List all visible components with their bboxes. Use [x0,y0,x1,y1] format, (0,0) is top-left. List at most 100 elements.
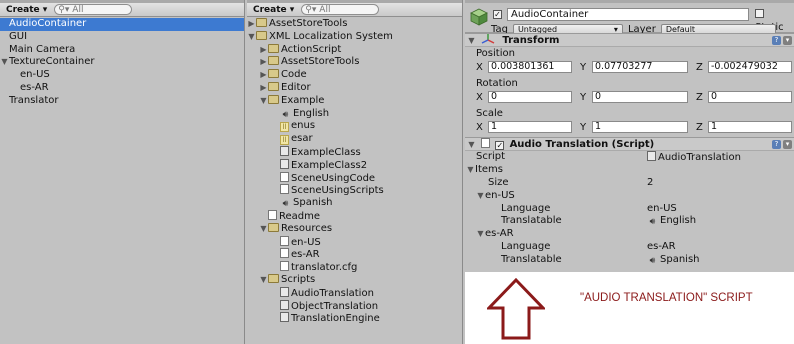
help-icon[interactable]: ? [772,36,781,45]
project-item[interactable]: ▶ AssetStoreTools [247,56,462,69]
project-item[interactable]: TranslationEngine [247,312,462,325]
project-item-label: AudioTranslation [291,287,374,299]
rotation-x-field[interactable]: 0 [488,91,572,103]
rotation-y-field[interactable]: 0 [592,91,688,103]
project-item[interactable]: 🔊︎ Spanish [247,197,462,210]
project-item[interactable]: es-AR [247,248,462,261]
object-name-field[interactable]: AudioContainer [507,8,749,21]
project-item[interactable]: ObjectTranslation [247,299,462,313]
project-item-label: Readme [279,210,321,222]
entry-en-us[interactable]: ▼en-US [465,190,794,203]
size-field[interactable]: 2 [647,177,653,190]
project-item[interactable]: ▶ ActionScript [247,43,462,57]
scale-z-field[interactable]: 1 [708,121,792,133]
position-y-field[interactable]: 0.07703277 [592,61,688,73]
audio-translation-header[interactable]: ▼ ✓ Audio Translation (Script) ? ▾ [465,137,794,151]
rotation-z-field[interactable]: 0 [708,91,792,103]
transform-header[interactable]: ▼ Transform ? ▾ [465,33,794,47]
position-z-field[interactable]: -0.002479032 [708,61,792,73]
project-item[interactable]: SceneUsingCode [247,171,462,185]
property-value: Spanish [660,254,700,266]
project-panel: Create ▾ ⚲▾ All ▶ AssetStoreTools ▼ XML Lo… [247,0,463,344]
property-value: English [660,215,697,227]
static-checkbox[interactable] [755,9,764,18]
hierarchy-item-gui[interactable]: GUI [0,31,244,44]
expand-arrow-icon[interactable]: ▼ [466,164,475,177]
script-field[interactable]: AudioTranslation [647,151,741,165]
help-icon[interactable]: ? [772,140,781,149]
hierarchy-item-label: es-AR [20,81,49,93]
settings-icon[interactable]: ▾ [783,140,792,149]
project-item-label: en-US [291,236,321,248]
hierarchy-create-button[interactable]: Create ▾ [3,4,50,16]
project-item[interactable]: 🔊︎ English [247,108,462,121]
hierarchy-item-en-us[interactable]: en-US [0,69,244,82]
project-item[interactable]: ExampleClass [247,145,462,159]
collapsed-arrow-icon[interactable]: ▶ [259,82,268,95]
translatable-field[interactable]: 🔊︎ Spanish [647,254,700,267]
hierarchy-panel: Create ▾ ⚲▾ All AudioContainer GUI Main … [0,0,245,344]
project-item[interactable]: ▼ Example [247,94,462,108]
hierarchy-item-translator[interactable]: Translator [0,95,244,108]
hierarchy-item-audiocontainer[interactable]: AudioContainer [0,18,244,31]
hierarchy-item-es-ar[interactable]: es-AR [0,82,244,95]
expand-arrow-icon[interactable]: ▼ [259,223,268,236]
settings-icon[interactable]: ▾ [783,36,792,45]
project-item[interactable]: en-US [247,235,462,249]
position-x-field[interactable]: 0.003801361 [488,61,572,73]
project-item[interactable]: ll esar [247,133,462,146]
project-create-button[interactable]: Create ▾ [250,4,297,16]
project-item-label: es-AR [291,249,320,261]
hierarchy-item-main-camera[interactable]: Main Camera [0,44,244,57]
project-item[interactable]: SceneUsingScripts [247,184,462,197]
project-item[interactable]: translator.cfg [247,261,462,274]
project-item-label: Scripts [281,273,316,285]
expand-arrow-icon[interactable]: ▼ [467,138,476,152]
expand-arrow-icon[interactable]: ▼ [247,31,256,44]
project-item[interactable]: ▶ AssetStoreTools [247,18,462,31]
project-item[interactable]: ll enus [247,120,462,133]
property-label: Items [475,163,503,175]
project-item[interactable]: Readme [247,209,462,223]
document-icon [280,261,289,272]
project-item[interactable]: ▼ XML Localization System [247,30,462,44]
project-item[interactable]: ExampleClass2 [247,158,462,172]
language-field[interactable]: en-US [647,203,677,216]
audio-clip-icon: 🔊︎ [649,217,656,228]
project-item[interactable]: ▼ Resources [247,222,462,236]
property-label: Language [501,202,551,214]
hierarchy-item-texturecontainer[interactable]: ▼TextureContainer [0,56,244,69]
scale-x-field[interactable]: 1 [488,121,572,133]
language-property: Language es-AR [465,241,794,254]
hierarchy-search-input[interactable]: ⚲▾ All [54,4,133,15]
component-enabled-checkbox[interactable]: ✓ [495,141,505,150]
project-item[interactable]: AudioTranslation [247,286,462,300]
annotation-text: "AUDIO TRANSLATION" SCRIPT [580,292,753,304]
project-item[interactable]: ▶ Code [247,69,462,82]
expand-arrow-icon[interactable]: ▼ [467,34,476,48]
collapsed-arrow-icon[interactable]: ▶ [259,44,268,57]
project-item-label: XML Localization System [269,30,393,42]
expand-arrow-icon[interactable]: ▼ [259,274,268,287]
texture-icon: ll [280,135,289,146]
scale-y-field[interactable]: 1 [592,121,688,133]
collapsed-arrow-icon[interactable]: ▶ [247,18,256,31]
project-search-input[interactable]: ⚲▾ All [301,4,380,15]
search-icon: ⚲▾ [305,4,317,15]
expand-arrow-icon[interactable]: ▼ [259,95,268,108]
expand-arrow-icon[interactable]: ▼ [476,228,485,241]
expand-arrow-icon[interactable]: ▼ [0,56,9,69]
scene-icon [280,171,289,182]
active-checkbox[interactable]: ✓ [493,10,502,19]
expand-arrow-icon[interactable]: ▼ [476,190,485,203]
items-property[interactable]: ▼Items [465,164,794,177]
collapsed-arrow-icon[interactable]: ▶ [259,56,268,69]
scale-row: X1 Y1 Z1 [465,120,794,134]
component-title: Audio Translation (Script) [509,139,655,150]
project-item[interactable]: ▶ Editor [247,81,462,95]
collapsed-arrow-icon[interactable]: ▶ [259,69,268,82]
language-field[interactable]: es-AR [647,241,676,254]
project-item[interactable]: ▼ Scripts [247,273,462,287]
entry-es-ar[interactable]: ▼es-AR [465,228,794,241]
translatable-field[interactable]: 🔊︎ English [647,215,696,228]
